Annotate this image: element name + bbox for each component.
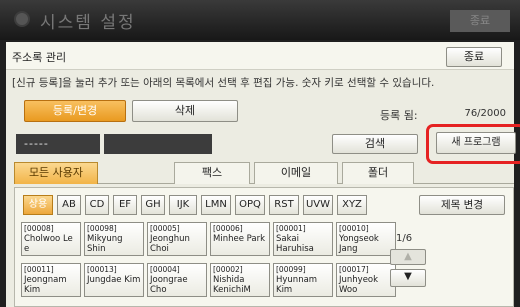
entry-number: [00005] bbox=[150, 224, 180, 233]
tab-fax[interactable]: 팩스 bbox=[174, 162, 250, 184]
entry-name: Jeonghun Choi bbox=[150, 234, 190, 254]
registered-count: 76/2000 bbox=[464, 108, 506, 119]
entry-number: [00004] bbox=[150, 265, 180, 274]
index-button[interactable]: 상용 bbox=[23, 195, 53, 215]
entry-name: Mikyung Shin bbox=[87, 234, 123, 254]
entry-number: [00008] bbox=[24, 224, 54, 233]
address-entry[interactable]: [00098] Mikyung Shin bbox=[84, 222, 144, 256]
panel-title: 주소록 관리 bbox=[12, 51, 67, 64]
entry-number: [00013] bbox=[87, 265, 117, 274]
entry-number: [00017] bbox=[339, 265, 369, 274]
register-change-button[interactable]: 등록/변경 bbox=[24, 100, 126, 122]
entry-number: [00099] bbox=[276, 265, 306, 274]
entry-number: [00098] bbox=[87, 224, 117, 233]
panel-header: 주소록 관리 종료 bbox=[6, 42, 514, 70]
page-down-button[interactable]: ▼ bbox=[390, 269, 426, 287]
gear-icon bbox=[14, 11, 30, 27]
index-button[interactable]: UVW bbox=[303, 195, 333, 215]
index-button[interactable]: OPQ bbox=[235, 195, 265, 215]
address-entry[interactable]: [00005] Jeonghun Choi bbox=[147, 222, 207, 256]
title-bar: 시스템 설정 종료 bbox=[0, 0, 520, 40]
entry-list: 상용 AB CD EF GH IJK LMN OPQ RST UVW XYZ 제… bbox=[14, 187, 514, 307]
entry-number: [00001] bbox=[276, 224, 306, 233]
address-entry[interactable]: [00006] Minhee Park bbox=[210, 222, 270, 256]
registered-label: 등록 됨: bbox=[380, 109, 418, 122]
address-entry[interactable]: [00002] Nishida KenichiM bbox=[210, 263, 270, 297]
address-entry[interactable]: [00011] Jeongnam Kim bbox=[21, 263, 81, 297]
address-book-panel: 주소록 관리 종료 [신규 등록]을 눌러 추가 또는 아래의 목록에서 선택 … bbox=[6, 42, 520, 307]
page-up-button[interactable]: ▲ bbox=[390, 249, 426, 265]
delete-button[interactable]: 삭제 bbox=[132, 100, 238, 122]
end-button[interactable]: 종료 bbox=[446, 47, 502, 67]
entry-name: Jeongnam Kim bbox=[24, 275, 67, 295]
index-button[interactable]: RST bbox=[269, 195, 299, 215]
entry-number: [00010] bbox=[339, 224, 369, 233]
entry-name: Junhyeok Woo bbox=[339, 275, 379, 295]
entry-name: Hyunnam Kim bbox=[276, 275, 318, 295]
address-entry[interactable]: [00001] Sakai Haruhisa bbox=[273, 222, 333, 256]
tab-bar: 모든 사용자 팩스 이메일 폴더 bbox=[14, 162, 514, 184]
new-program-button[interactable]: 새 프로그램 bbox=[436, 132, 516, 154]
entry-name: Jungdae Kim bbox=[87, 275, 141, 285]
tab-folder[interactable]: 폴더 bbox=[342, 162, 414, 184]
address-entry[interactable]: [00017] Junhyeok Woo bbox=[336, 263, 396, 297]
index-button[interactable]: IJK bbox=[169, 195, 197, 215]
address-entry[interactable]: [00008] Cholwoo Le e bbox=[21, 222, 81, 256]
entry-number: [00006] bbox=[213, 224, 243, 233]
search-button[interactable]: 검색 bbox=[332, 134, 418, 154]
title-change-button[interactable]: 제목 변경 bbox=[419, 195, 505, 215]
entry-number: [00011] bbox=[24, 265, 54, 274]
instruction-text: [신규 등록]을 눌러 추가 또는 아래의 목록에서 선택 후 편집 가능. 숫… bbox=[12, 77, 435, 89]
entry-name: Minhee Park bbox=[213, 234, 266, 244]
title-close-button[interactable]: 종료 bbox=[450, 10, 510, 32]
window-title: 시스템 설정 bbox=[40, 13, 136, 33]
tab-email[interactable]: 이메일 bbox=[254, 162, 338, 184]
address-entry[interactable]: [00004] Joongrae Cho bbox=[147, 263, 207, 297]
index-button[interactable]: EF bbox=[113, 195, 137, 215]
index-button[interactable]: GH bbox=[141, 195, 165, 215]
entry-name: Cholwoo Le e bbox=[24, 234, 73, 254]
address-entry[interactable]: [00013] Jungdae Kim bbox=[84, 263, 144, 297]
number-field[interactable]: ----- bbox=[16, 134, 100, 154]
entry-name: Yongseok Jang bbox=[339, 234, 379, 254]
address-entry[interactable]: [00010] Yongseok Jang bbox=[336, 222, 396, 256]
entry-number: [00002] bbox=[213, 265, 243, 274]
index-button[interactable]: CD bbox=[85, 195, 109, 215]
tab-all-users[interactable]: 모든 사용자 bbox=[14, 162, 98, 184]
index-button[interactable]: XYZ bbox=[337, 195, 367, 215]
address-entry[interactable]: [00099] Hyunnam Kim bbox=[273, 263, 333, 297]
index-button[interactable]: LMN bbox=[201, 195, 231, 215]
index-button[interactable]: AB bbox=[57, 195, 81, 215]
page-indicator: 1/6 bbox=[396, 233, 413, 244]
name-field[interactable] bbox=[104, 134, 212, 154]
entry-name: Sakai Haruhisa bbox=[276, 234, 314, 254]
entry-name: Joongrae Cho bbox=[150, 275, 188, 295]
entry-name: Nishida KenichiM bbox=[213, 275, 251, 295]
